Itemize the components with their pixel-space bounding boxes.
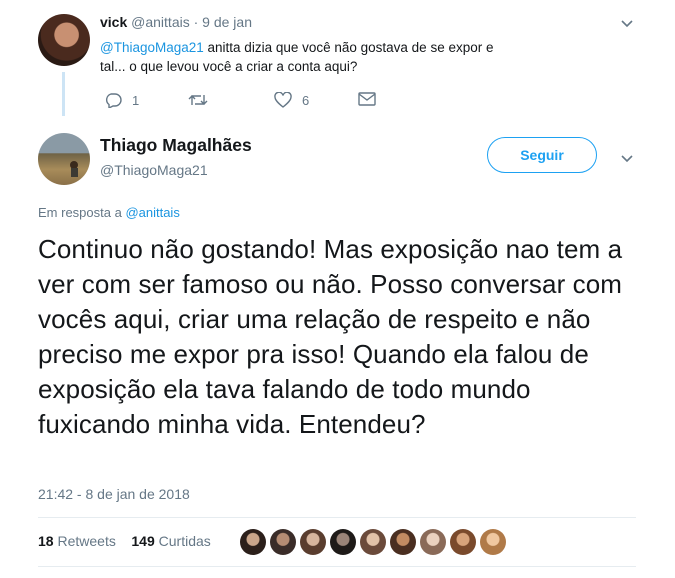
liker-avatar[interactable] [270, 529, 296, 555]
liker-avatar[interactable] [240, 529, 266, 555]
author-handle[interactable]: @ThiagoMaga21 [100, 162, 208, 178]
reply-count: 1 [132, 92, 140, 108]
retweet-icon [188, 92, 208, 108]
tweet-stats: 18 Retweets 149 Curtidas [38, 533, 211, 549]
liker-avatar[interactable] [480, 529, 506, 555]
like-count: 6 [302, 92, 310, 108]
reply-text: @ThiagoMaga21 anitta dizia que você não … [100, 38, 520, 76]
thread-line [62, 72, 65, 116]
in-reply-to: Em resposta a @anittais [38, 205, 180, 220]
mention-link[interactable]: @ThiagoMaga21 [100, 40, 204, 55]
likes-count[interactable]: 149 [131, 533, 154, 549]
reply-icon [104, 92, 122, 108]
message-action[interactable] [358, 92, 376, 106]
chevron-down-icon[interactable] [620, 151, 634, 165]
follow-button[interactable]: Seguir [487, 137, 597, 173]
liker-avatar[interactable] [450, 529, 476, 555]
likes-label[interactable]: Curtidas [159, 533, 211, 549]
liker-avatar[interactable] [390, 529, 416, 555]
author-name[interactable]: Thiago Magalhães [100, 135, 252, 156]
tweet-text: Continuo não gostando! Mas exposição nao… [38, 234, 623, 439]
in-reply-handle-link[interactable]: @anittais [125, 205, 179, 220]
avatar[interactable] [38, 133, 90, 185]
message-icon [358, 92, 376, 106]
liker-avatar[interactable] [420, 529, 446, 555]
reply-date[interactable]: 9 de jan [202, 14, 252, 30]
liker-avatar[interactable] [360, 529, 386, 555]
retweets-label[interactable]: Retweets [57, 533, 115, 549]
retweet-action[interactable] [188, 92, 208, 108]
liker-avatar[interactable] [330, 529, 356, 555]
chevron-down-icon[interactable] [620, 16, 634, 30]
tweet-timestamp[interactable]: 21:42 - 8 de jan de 2018 [38, 486, 190, 502]
reply-header: vick @anittais · 9 de jan [100, 14, 252, 30]
divider [38, 517, 636, 518]
likers-avatars [240, 529, 506, 555]
separator: · [193, 14, 199, 30]
heart-icon [274, 92, 292, 108]
liker-avatar[interactable] [300, 529, 326, 555]
divider [38, 566, 636, 567]
reply-author-handle[interactable]: @anittais [131, 14, 190, 30]
reply-action[interactable]: 1 [104, 92, 139, 108]
like-action[interactable]: 6 [274, 92, 309, 108]
in-reply-prefix: Em resposta a [38, 205, 126, 220]
retweets-count[interactable]: 18 [38, 533, 54, 549]
avatar[interactable] [38, 14, 90, 66]
reply-author-name[interactable]: vick [100, 14, 127, 30]
